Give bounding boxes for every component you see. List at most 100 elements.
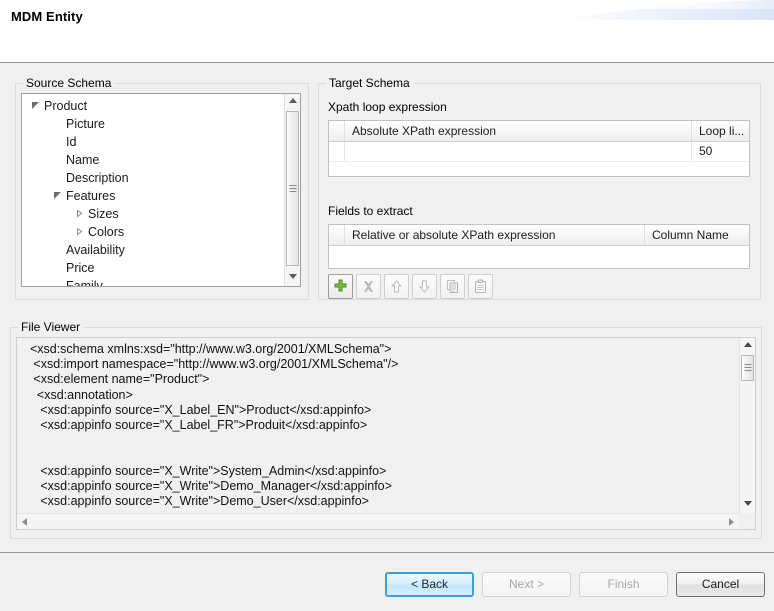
tree-item-label: Picture — [66, 117, 105, 131]
collapsed-icon[interactable] — [72, 205, 86, 217]
tree-item-picture[interactable]: Picture — [22, 115, 286, 133]
file-viewer-line: <xsd:element name="Product"> — [23, 372, 210, 387]
fields-col-expression[interactable]: Relative or absolute XPath expression — [345, 225, 645, 245]
scroll-grip-icon — [289, 184, 296, 193]
tree-item-label: Sizes — [88, 207, 119, 221]
target-schema-group: Target Schema Xpath loop expression Abso… — [318, 76, 761, 300]
file-viewer-vscrollbar[interactable] — [739, 338, 755, 513]
file-viewer-line: <xsd:appinfo source="X_Label_EN">Product… — [23, 402, 372, 417]
source-schema-group: Source Schema Product Picture Id Name Descri… — [15, 76, 309, 300]
file-viewer-line: <xsd:appinfo source="X_Write">Demo_Manag… — [23, 478, 392, 493]
xpath-loop-table[interactable]: Absolute XPath expression Loop li... 50 — [328, 120, 750, 177]
move-up-button[interactable] — [384, 274, 409, 299]
scroll-up-arrow-icon[interactable] — [740, 338, 755, 354]
tree-item-label: Product — [44, 99, 88, 113]
xpath-loop-expression-label: Xpath loop expression — [328, 100, 447, 114]
file-viewer-line: <xsd:schema xmlns:xsd="http://www.w3.org… — [23, 342, 392, 356]
file-viewer-label: File Viewer — [18, 320, 85, 334]
plus-icon — [334, 279, 347, 292]
scroll-grip-icon — [744, 364, 751, 372]
wizard-button-row: < Back Next > Finish Cancel — [385, 572, 765, 597]
mdm-entity-wizard: MDM Entity Source Schema Product Picture… — [0, 0, 774, 611]
file-viewer-line: <xsd:annotation> — [23, 387, 133, 402]
file-viewer-line — [23, 448, 737, 463]
tree-item-description[interactable]: Description — [22, 169, 286, 187]
tree-item-label: Id — [66, 135, 77, 149]
delete-field-button[interactable] — [356, 274, 381, 299]
wizard-header: MDM Entity — [0, 0, 774, 63]
scroll-left-arrow-icon[interactable] — [17, 514, 33, 529]
tree-item-colors[interactable]: Colors — [22, 223, 286, 241]
tree-item-label: Price — [66, 261, 95, 275]
header-swoosh-graphic — [554, 0, 774, 20]
tree-item-label: Description — [66, 171, 129, 185]
add-field-button[interactable] — [328, 274, 353, 299]
fields-to-extract-table[interactable]: Relative or absolute XPath expression Co… — [328, 224, 750, 269]
scroll-up-arrow-icon[interactable] — [285, 94, 300, 110]
collapsed-icon[interactable] — [72, 223, 86, 235]
fields-table-header: Relative or absolute XPath expression Co… — [329, 225, 749, 246]
arrow-down-icon — [418, 280, 431, 293]
tree-item-availability[interactable]: Availability — [22, 241, 286, 259]
xpath-col-marker[interactable] — [329, 121, 345, 141]
tree-item-label: Family — [66, 279, 103, 287]
copy-icon — [447, 280, 458, 293]
file-viewer-line: <xsd:import namespace="http://www.w3.org… — [23, 357, 399, 372]
tree-item-label: Availability — [66, 243, 125, 257]
x-icon — [364, 281, 373, 292]
cancel-button[interactable]: Cancel — [676, 572, 765, 597]
paste-button[interactable] — [468, 274, 493, 299]
tree-item-family[interactable]: Family — [22, 277, 286, 287]
expanded-icon[interactable] — [28, 97, 42, 109]
arrow-up-icon — [390, 280, 403, 293]
source-schema-label: Source Schema — [23, 76, 116, 90]
scroll-right-arrow-icon[interactable] — [723, 514, 739, 529]
file-viewer-line — [23, 433, 737, 448]
file-viewer-line: <xsd:appinfo source="X_Write">System_Adm… — [23, 463, 387, 478]
xpath-col-expression[interactable]: Absolute XPath expression — [345, 121, 692, 141]
source-tree-scroll-thumb[interactable] — [286, 111, 299, 266]
tree-item-label: Colors — [88, 225, 125, 239]
xpath-col-loop-limit[interactable]: Loop li... — [692, 121, 749, 141]
file-viewer-line: <xsd:appinfo source="X_Write">Demo_User<… — [23, 493, 369, 508]
xpath-row-loop-limit[interactable]: 50 — [692, 142, 749, 161]
file-viewer-group: File Viewer <xsd:schema xmlns:xsd="http:… — [10, 320, 762, 539]
xpath-row-marker — [329, 142, 345, 161]
tree-item-sizes[interactable]: Sizes — [22, 205, 286, 223]
tree-item-id[interactable]: Id — [22, 133, 286, 151]
fields-table-empty-row[interactable] — [329, 246, 749, 266]
file-viewer-hscrollbar[interactable] — [17, 513, 739, 529]
paste-icon — [475, 279, 486, 293]
scroll-down-arrow-icon[interactable] — [285, 270, 300, 286]
tree-item-price[interactable]: Price — [22, 259, 286, 277]
back-button[interactable]: < Back — [385, 572, 474, 597]
file-viewer-content: <xsd:schema xmlns:xsd="http://www.w3.org… — [23, 342, 737, 509]
source-tree-vscrollbar[interactable] — [284, 94, 300, 286]
finish-button: Finish — [579, 572, 668, 597]
xpath-loop-table-header: Absolute XPath expression Loop li... — [329, 121, 749, 142]
fields-empty-cell — [329, 246, 345, 266]
target-schema-label: Target Schema — [326, 76, 414, 90]
xpath-row-expression[interactable] — [345, 142, 692, 161]
tree-item-features[interactable]: Features — [22, 187, 286, 205]
tree-item-name[interactable]: Name — [22, 151, 286, 169]
file-viewer-text-area[interactable]: <xsd:schema xmlns:xsd="http://www.w3.org… — [16, 337, 756, 530]
source-schema-tree-list: Product Picture Id Name Description Features S… — [22, 97, 286, 287]
scroll-down-arrow-icon[interactable] — [740, 497, 755, 513]
fields-col-marker[interactable] — [329, 225, 345, 245]
expanded-icon[interactable] — [50, 187, 64, 199]
fields-toolbar — [328, 274, 493, 299]
tree-item-label: Name — [66, 153, 100, 167]
move-down-button[interactable] — [412, 274, 437, 299]
table-row[interactable]: 50 — [329, 142, 749, 162]
next-button: Next > — [482, 572, 571, 597]
file-viewer-line: <xsd:appinfo source="X_Label_FR">Produit… — [23, 417, 368, 432]
fields-col-column-name[interactable]: Column Name — [645, 225, 749, 245]
tree-item-label: Features — [66, 189, 116, 203]
tree-item-product[interactable]: Product — [22, 97, 286, 115]
source-schema-tree[interactable]: Product Picture Id Name Description Features S… — [21, 93, 301, 287]
fields-to-extract-label: Fields to extract — [328, 204, 413, 218]
file-viewer-scroll-thumb[interactable] — [741, 355, 754, 381]
copy-button[interactable] — [440, 274, 465, 299]
page-title: MDM Entity — [11, 9, 83, 24]
